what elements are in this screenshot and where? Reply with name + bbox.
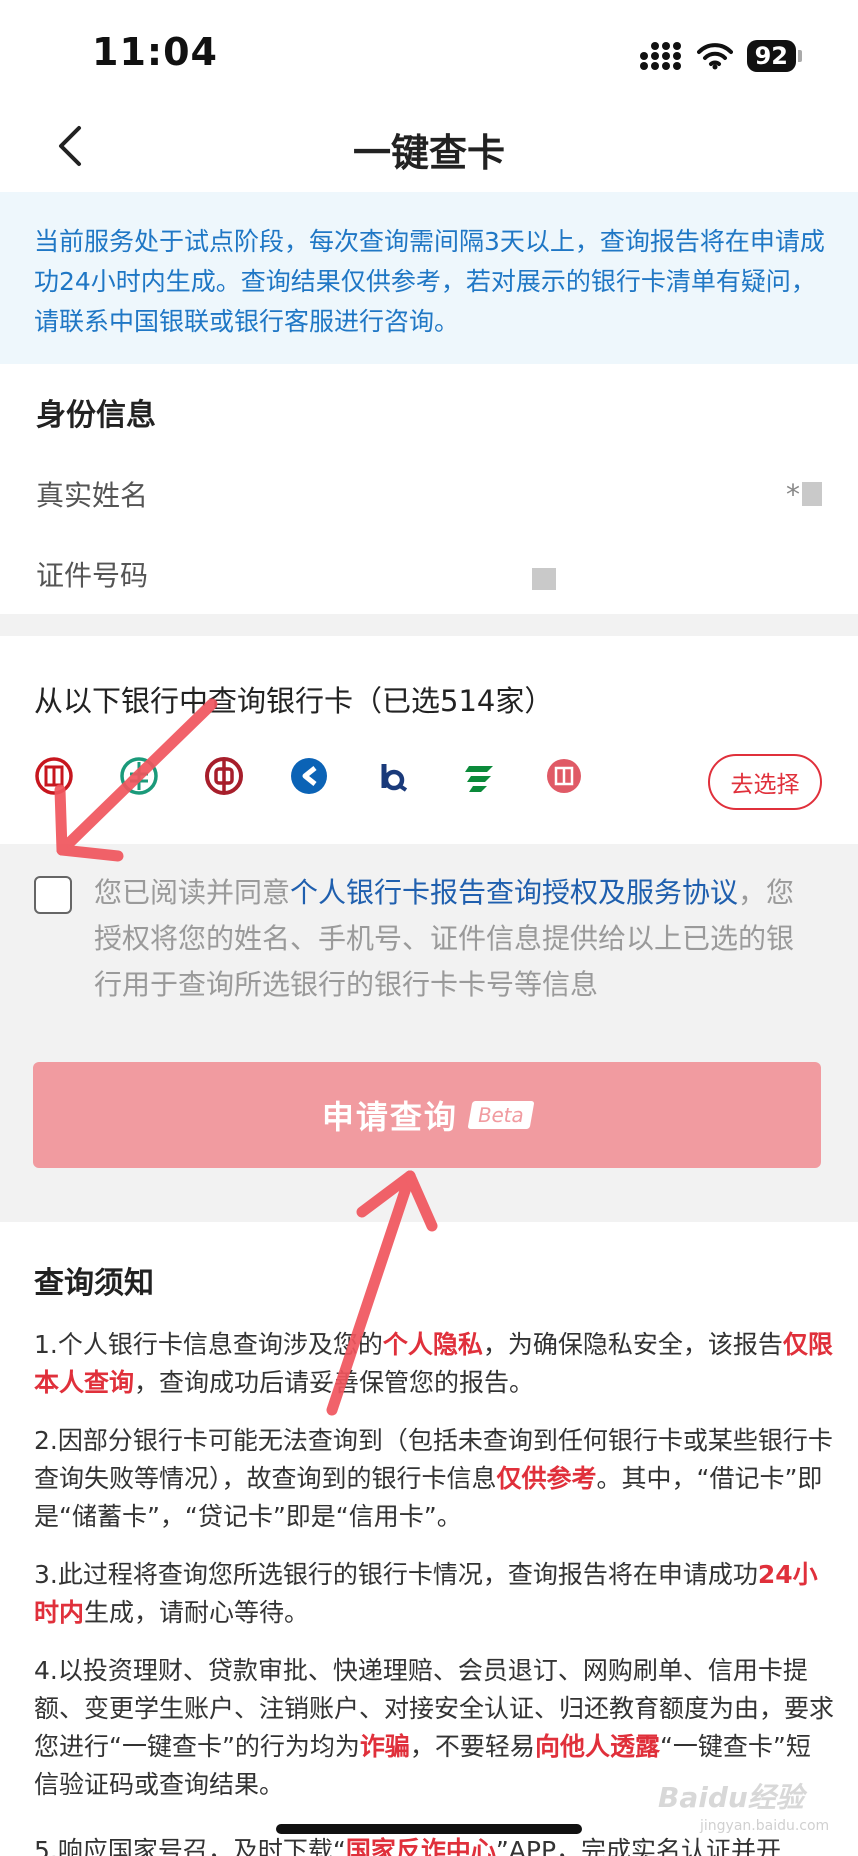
note-text: 3.此过程将查询您所选银行的银行卡情况，查询报告将在申请成功 bbox=[34, 1560, 758, 1589]
bank-selection-section: 从以下银行中查询银行卡（已选514家） 去选择 bbox=[0, 636, 858, 844]
note-highlight: 诈骗 bbox=[359, 1732, 410, 1761]
nav-bar: 一键查卡 bbox=[0, 100, 858, 192]
boc-logo-icon bbox=[204, 756, 244, 796]
note-text: ，查询成功后请妥善保管您的报告。 bbox=[134, 1368, 535, 1397]
real-name-label: 真实姓名 bbox=[36, 479, 149, 512]
note-item: 3.此过程将查询您所选银行的银行卡情况，查询报告将在申请成功24小时内生成，请耐… bbox=[34, 1556, 834, 1632]
note-item: 2.因部分银行卡可能无法查询到（包括未查询到任何银行卡或某些银行卡查询失败等情况… bbox=[34, 1422, 834, 1536]
note-text: 1.个人银行卡信息查询涉及您的 bbox=[34, 1330, 383, 1359]
note-highlight: 向他人透露 bbox=[534, 1732, 660, 1761]
bank-selection-title: 从以下银行中查询银行卡（已选514家） bbox=[34, 684, 554, 718]
real-name-row: 真实姓名 * bbox=[36, 464, 822, 524]
agreement-text: 您已阅读并同意个人银行卡报告查询授权及服务协议，您授权将您的姓名、手机号、证件信… bbox=[94, 870, 814, 1008]
note-highlight: 仅供参考 bbox=[496, 1464, 597, 1493]
pilot-notice: 当前服务处于试点阶段，每次查询需间隔3天以上，查询报告将在申请成功24小时内生成… bbox=[0, 192, 858, 364]
real-name-mosaic bbox=[802, 482, 822, 506]
battery-tip bbox=[798, 50, 802, 62]
query-notes-section: 查询须知 1.个人银行卡信息查询涉及您的个人隐私，为确保隐私安全，该报告仅限本人… bbox=[0, 1222, 858, 1856]
abc-logo-icon bbox=[119, 756, 159, 796]
bank-logo-row[interactable] bbox=[34, 756, 584, 796]
service-agreement-link[interactable]: 个人银行卡报告查询授权及服务协议 bbox=[290, 876, 738, 909]
citic-logo-icon bbox=[544, 756, 584, 796]
note-highlight[interactable]: 国家反诈中心 bbox=[346, 1836, 496, 1856]
battery-level: 92 bbox=[746, 40, 796, 72]
ccb-logo-icon bbox=[289, 756, 329, 796]
note-text: ”APP，完成实名认证并开 bbox=[495, 1836, 782, 1856]
baidu-watermark-url: jingyan.baidu.com bbox=[700, 1818, 830, 1834]
status-icons: 92 bbox=[639, 40, 802, 72]
query-notes-title: 查询须知 bbox=[34, 1266, 154, 1301]
note-highlight: 个人隐私 bbox=[382, 1330, 483, 1359]
id-number-label: 证件号码 bbox=[36, 559, 149, 592]
agreement-checkbox[interactable] bbox=[34, 876, 72, 914]
battery-indicator: 92 bbox=[746, 40, 802, 72]
status-time: 11:04 bbox=[92, 30, 218, 74]
id-number-mosaic bbox=[532, 568, 556, 590]
wifi-icon bbox=[696, 43, 733, 70]
agreement-prefix: 您已阅读并同意 bbox=[94, 876, 291, 909]
status-bar: 11:04 92 bbox=[0, 0, 858, 100]
agreement-area: 您已阅读并同意个人银行卡报告查询授权及服务协议，您授权将您的姓名、手机号、证件信… bbox=[0, 844, 858, 1222]
note-text: 生成，请耐心等待。 bbox=[84, 1598, 310, 1627]
identity-section: 身份信息 真实姓名 * 证件号码 bbox=[0, 364, 858, 614]
apply-query-button[interactable]: 申请查询 Beta bbox=[33, 1062, 821, 1168]
identity-title: 身份信息 bbox=[36, 398, 156, 433]
home-indicator[interactable] bbox=[276, 1824, 582, 1834]
apply-query-label: 申请查询 bbox=[321, 1098, 458, 1136]
beta-badge: Beta bbox=[467, 1101, 535, 1129]
bocom-logo-icon bbox=[374, 756, 414, 796]
note-text: ，为确保隐私安全，该报告 bbox=[482, 1330, 783, 1359]
real-name-value: * bbox=[786, 478, 822, 511]
choose-banks-button[interactable]: 去选择 bbox=[708, 754, 822, 810]
page-title: 一键查卡 bbox=[352, 131, 505, 175]
note-text: 5.响应国家号召，及时下载“ bbox=[34, 1836, 346, 1856]
icbc-logo-icon bbox=[34, 756, 74, 796]
note-item: 1.个人银行卡信息查询涉及您的个人隐私，为确保隐私安全，该报告仅限本人查询，查询… bbox=[34, 1326, 834, 1402]
cellular-signal-icon bbox=[639, 42, 681, 70]
real-name-mask-text: * bbox=[786, 477, 800, 511]
psbc-logo-icon bbox=[459, 756, 499, 796]
note-text: ，不要轻易 bbox=[409, 1732, 535, 1761]
id-number-row: 证件号码 bbox=[36, 544, 822, 604]
section-divider bbox=[0, 614, 858, 636]
